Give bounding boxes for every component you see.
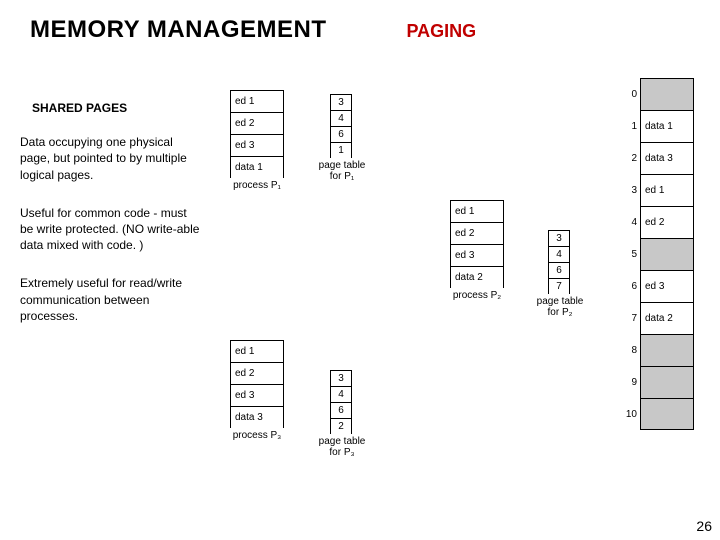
- sidebar-heading: SHARED PAGES: [32, 100, 200, 116]
- sidebar-text: SHARED PAGES Data occupying one physical…: [20, 100, 200, 346]
- cell-label: data 2: [455, 272, 483, 283]
- memory-index: 10: [619, 409, 637, 420]
- pt-row: 3: [330, 370, 352, 386]
- memory-row: 7data 2: [640, 302, 694, 334]
- memory-value: data 2: [645, 313, 673, 324]
- memory-row: 10: [640, 398, 694, 430]
- cell-label: ed 1: [235, 346, 254, 357]
- memory-row: 2data 3: [640, 142, 694, 174]
- process-p2-label: process P₂: [450, 290, 504, 301]
- process-row: ed 2: [450, 222, 504, 244]
- memory-index: 6: [619, 281, 637, 292]
- memory-index: 9: [619, 377, 637, 388]
- memory-row: 4ed 2: [640, 206, 694, 238]
- process-row: ed 1: [230, 90, 284, 112]
- cell-label: ed 3: [235, 140, 254, 151]
- memory-row: 5: [640, 238, 694, 270]
- cell-label: ed 3: [235, 390, 254, 401]
- page-table-p1-label: page table for P₁: [312, 160, 372, 182]
- memory-value: data 3: [645, 153, 673, 164]
- pt-row: 2: [330, 418, 352, 434]
- page-table-p1: 3 4 6 1 page table for P₁: [330, 94, 372, 182]
- memory-index: 7: [619, 313, 637, 324]
- process-row: ed 1: [230, 340, 284, 362]
- pt-row: 1: [330, 142, 352, 158]
- sidebar-para-1: Data occupying one physical page, but po…: [20, 134, 200, 183]
- pt-row: 4: [548, 246, 570, 262]
- memory-value: ed 2: [645, 217, 664, 228]
- page-table-p2: 3 4 6 7 page table for P₂: [548, 230, 590, 318]
- memory-value: data 1: [645, 121, 673, 132]
- process-p1-label: process P₁: [230, 180, 284, 191]
- cell-label: ed 3: [455, 250, 474, 261]
- process-row: ed 1: [450, 200, 504, 222]
- process-p1-block: ed 1 ed 2 ed 3 data 1 process P₁: [230, 90, 284, 191]
- process-p3-block: ed 1 ed 2 ed 3 data 3 process P₃: [230, 340, 284, 441]
- cell-label: ed 1: [235, 96, 254, 107]
- memory-value: ed 3: [645, 281, 664, 292]
- memory-index: 1: [619, 121, 637, 132]
- page-number: 26: [696, 518, 712, 534]
- pt-row: 4: [330, 386, 352, 402]
- memory-index: 3: [619, 185, 637, 196]
- process-row: data 2: [450, 266, 504, 288]
- memory-row: 1data 1: [640, 110, 694, 142]
- page-table-p3-label: page table for P₃: [312, 436, 372, 458]
- cell-label: ed 2: [235, 118, 254, 129]
- page-table-p2-label: page table for P₂: [530, 296, 590, 318]
- process-row: data 1: [230, 156, 284, 178]
- memory-index: 2: [619, 153, 637, 164]
- cell-label: data 3: [235, 412, 263, 423]
- process-row: ed 3: [230, 384, 284, 406]
- process-row: ed 2: [230, 112, 284, 134]
- process-row: ed 3: [450, 244, 504, 266]
- cell-label: ed 2: [235, 368, 254, 379]
- memory-row: 9: [640, 366, 694, 398]
- process-row: data 3: [230, 406, 284, 428]
- process-row: ed 2: [230, 362, 284, 384]
- pt-row: 7: [548, 278, 570, 294]
- memory-row: 8: [640, 334, 694, 366]
- main-title: MEMORY MANAGEMENT: [30, 16, 327, 44]
- page-table-p3: 3 4 6 2 page table for P₃: [330, 370, 372, 458]
- memory-index: 8: [619, 345, 637, 356]
- process-row: ed 3: [230, 134, 284, 156]
- sub-title: PAGING: [407, 21, 477, 42]
- cell-label: data 1: [235, 162, 263, 173]
- pt-row: 6: [548, 262, 570, 278]
- cell-label: ed 2: [455, 228, 474, 239]
- pt-row: 3: [548, 230, 570, 246]
- pt-row: 4: [330, 110, 352, 126]
- pt-row: 3: [330, 94, 352, 110]
- memory-row: 6ed 3: [640, 270, 694, 302]
- cell-label: ed 1: [455, 206, 474, 217]
- sidebar-para-2: Useful for common code - must be write p…: [20, 205, 200, 254]
- pt-row: 6: [330, 126, 352, 142]
- process-p3-label: process P₃: [230, 430, 284, 441]
- memory-row: 3ed 1: [640, 174, 694, 206]
- memory-value: ed 1: [645, 185, 664, 196]
- memory-row: 0: [640, 78, 694, 110]
- sidebar-para-3: Extremely useful for read/write communic…: [20, 275, 200, 324]
- pt-row: 6: [330, 402, 352, 418]
- memory-index: 0: [619, 89, 637, 100]
- process-p2-block: ed 1 ed 2 ed 3 data 2 process P₂: [450, 200, 504, 301]
- memory-index: 4: [619, 217, 637, 228]
- physical-memory: 01data 12data 33ed 14ed 256ed 37data 289…: [640, 78, 694, 430]
- title-row: MEMORY MANAGEMENT PAGING: [0, 0, 720, 44]
- memory-index: 5: [619, 249, 637, 260]
